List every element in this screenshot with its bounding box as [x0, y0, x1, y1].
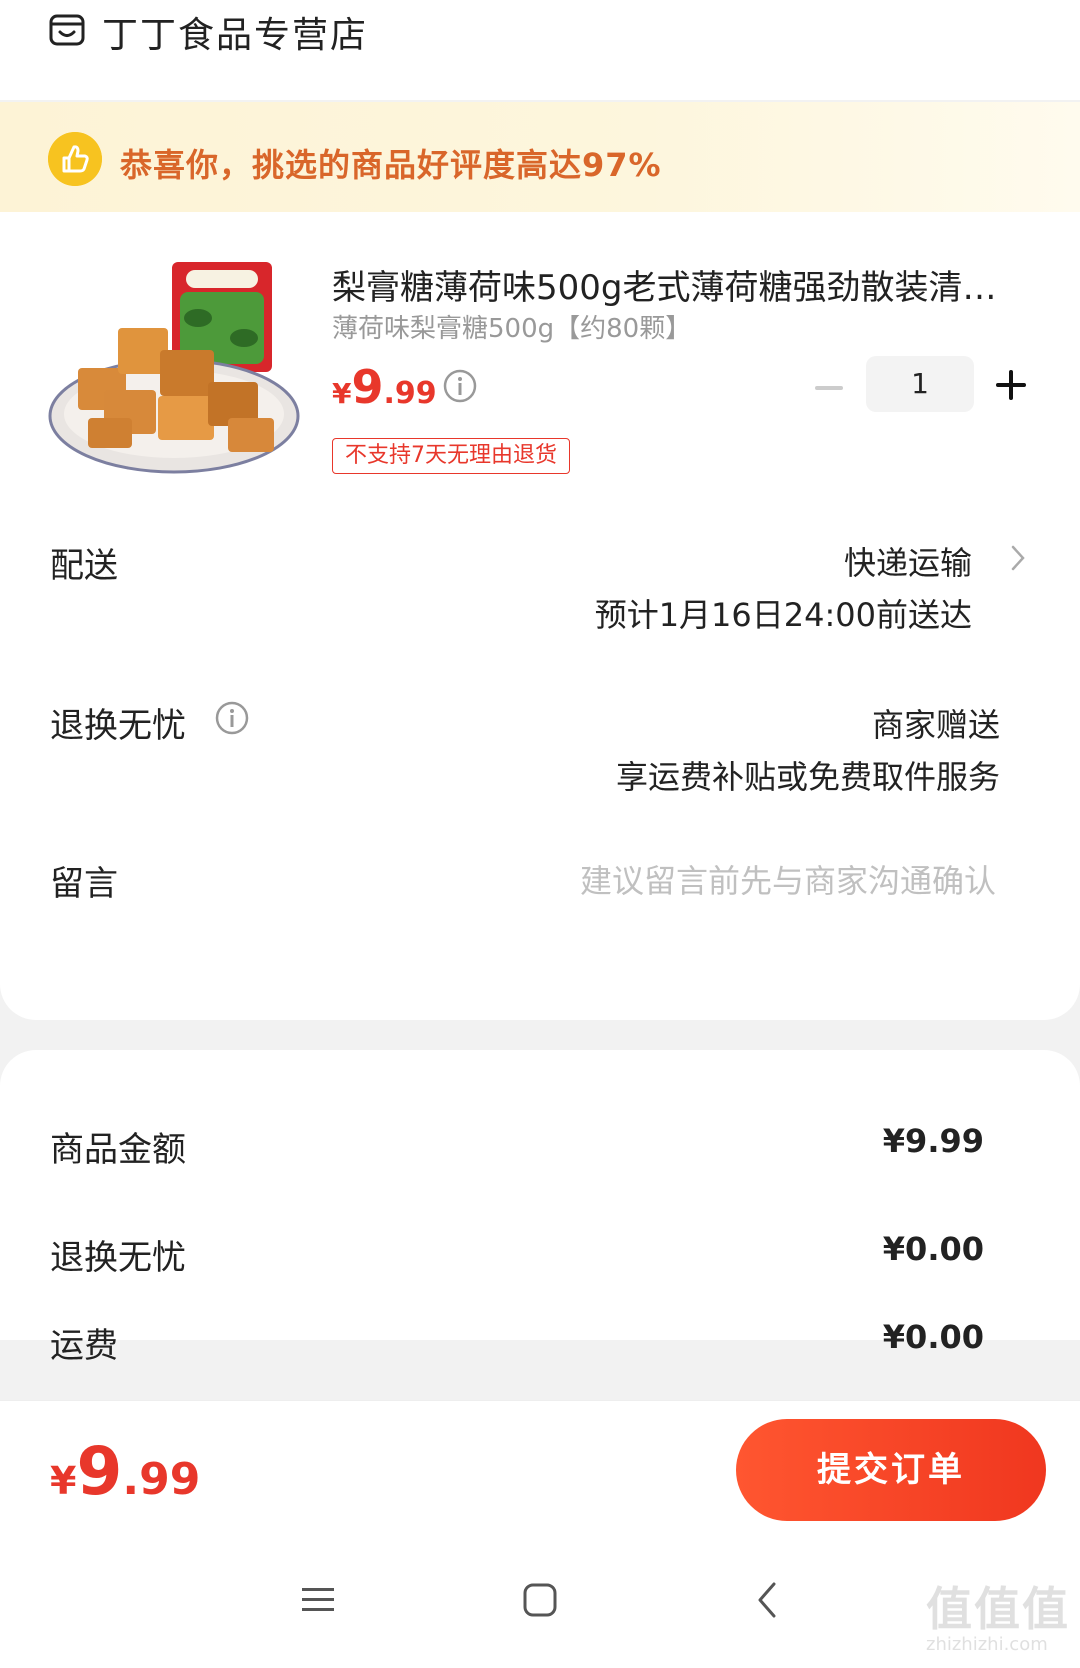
no-return-badge: 不支持7天无理由退货 [332, 438, 570, 474]
chevron-right-icon[interactable] [1010, 544, 1026, 572]
price-integer: 9 [351, 360, 384, 414]
praise-banner: 恭喜你，挑选的商品好评度高达97% [0, 102, 1080, 212]
summary-row-label: 运费 [50, 1326, 118, 1366]
product-title[interactable]: 梨膏糖薄荷味500g老式薄荷糖强劲散装清… [332, 260, 1032, 309]
thumbs-up-icon [48, 132, 102, 186]
watermark-text: 值值值 [926, 1582, 1070, 1636]
summary-row-value: ¥9.99 [882, 1122, 984, 1160]
submit-order-button[interactable]: 提交订单 [736, 1419, 1046, 1521]
watermark: 值值值 zhizhizhi.com [926, 1584, 1072, 1664]
price-decimal: .99 [383, 376, 437, 411]
unit-price: ¥9.99 [332, 360, 437, 414]
checkout-bar: ¥9.99 提交订单 [0, 1400, 1080, 1534]
return-service-value: 商家赠送 [871, 706, 1000, 744]
delivery-method[interactable]: 快递运输 [844, 538, 972, 584]
quantity-increase-button[interactable] [994, 368, 1028, 402]
back-icon[interactable] [748, 1580, 788, 1620]
home-icon[interactable] [520, 1580, 560, 1620]
system-nav-bar [0, 1534, 1080, 1668]
return-service-detail: 享运费补贴或免费取件服务 [615, 758, 1000, 796]
praise-text: 恭喜你，挑选的商品好评度高达97% [120, 146, 662, 184]
store-header: 丁丁食品专营店 [0, 0, 1080, 100]
price-info-icon[interactable] [442, 368, 478, 404]
menu-icon[interactable] [298, 1580, 338, 1620]
watermark-subtext: zhizhizhi.com [926, 1634, 1048, 1655]
message-label: 留言 [50, 864, 118, 904]
summary-row-label: 商品金额 [50, 1130, 186, 1170]
price-summary-card: 商品金额 ¥9.99 退换无忧 ¥0.00 运费 ¥0.00 [0, 1050, 1080, 1366]
quantity-field[interactable]: 1 [866, 356, 974, 412]
total-price: ¥9.99 [50, 1433, 200, 1510]
return-info-icon[interactable] [214, 700, 250, 736]
quantity-decrease-button[interactable] [812, 372, 846, 402]
product-image[interactable] [48, 258, 300, 490]
total-integer: 9 [76, 1433, 123, 1510]
delivery-label: 配送 [50, 546, 118, 586]
message-input[interactable]: 建议留言前先与商家沟通确认 [580, 856, 996, 902]
price-symbol: ¥ [332, 377, 352, 410]
return-service-label: 退换无忧 [50, 706, 186, 746]
order-item-card: 梨膏糖薄荷味500g老式薄荷糖强劲散装清… 薄荷味梨膏糖500g【约80颗】 ¥… [0, 212, 1080, 1020]
total-symbol: ¥ [50, 1459, 77, 1503]
delivery-eta: 预计1月16日24:00前送达 [594, 596, 972, 634]
summary-row-label: 退换无忧 [50, 1238, 186, 1278]
store-icon[interactable] [48, 12, 86, 50]
store-name[interactable]: 丁丁食品专营店 [102, 6, 368, 58]
summary-row-value: ¥0.00 [882, 1230, 984, 1268]
summary-row-value: ¥0.00 [882, 1318, 984, 1356]
total-decimal: .99 [122, 1454, 201, 1505]
product-spec[interactable]: 薄荷味梨膏糖500g【约80颗】 [332, 308, 691, 345]
